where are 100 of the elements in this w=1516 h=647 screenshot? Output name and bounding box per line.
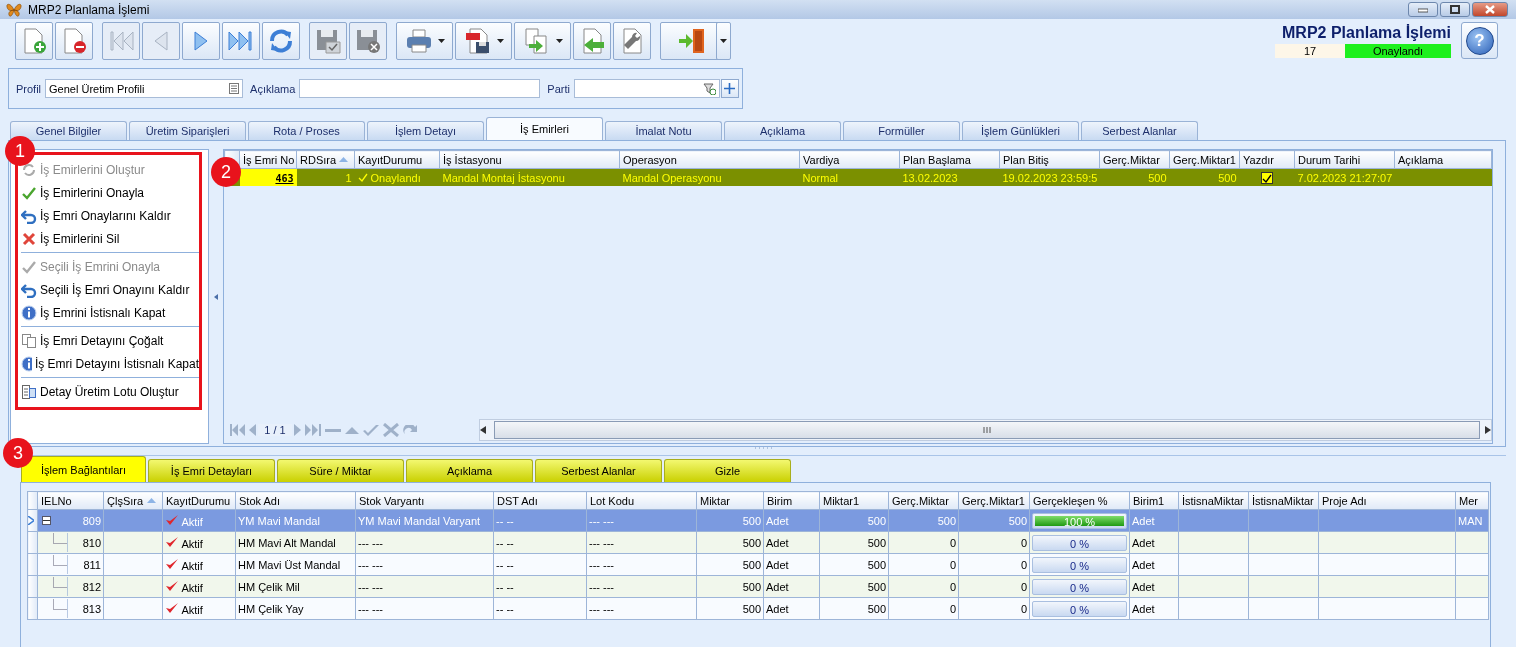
- column-header[interactable]: Gerçekleşen %: [1029, 491, 1130, 510]
- tab[interactable]: İş Emri Detayları: [148, 459, 275, 482]
- column-header[interactable]: KayıtDurumu: [162, 491, 236, 510]
- add-button[interactable]: [720, 79, 739, 98]
- action-item[interactable]: Detay Üretim Lotu Oluştur: [21, 380, 199, 403]
- scroll-right-icon[interactable]: [1485, 426, 1491, 434]
- table-cell-text: 810: [81, 536, 102, 549]
- column-header[interactable]: İş İstasyonu: [439, 150, 620, 169]
- action-item[interactable]: İş Emirlerini Onayla: [21, 181, 199, 204]
- action-item[interactable]: İş Emri Detayını İstisnalı Kapat: [21, 352, 199, 375]
- column-header[interactable]: İstisnaMiktar: [1248, 491, 1319, 510]
- profile-dropdown[interactable]: Genel Üretim Profili: [45, 79, 244, 98]
- tab[interactable]: Genel Bilgiler: [10, 121, 127, 140]
- confirm-icon: [363, 424, 379, 436]
- column-header[interactable]: Birim1: [1129, 491, 1179, 510]
- toolbar-button[interactable]: [396, 22, 453, 60]
- cancel-button[interactable]: [381, 420, 401, 440]
- tab[interactable]: Gizle: [664, 459, 791, 482]
- column-header[interactable]: İş Emri No: [239, 150, 297, 169]
- action-item[interactable]: İş Emrini İstisnalı Kapat: [21, 301, 199, 324]
- horizontal-scrollbar[interactable]: [479, 419, 1492, 441]
- tab[interactable]: İşlem Bağlantıları: [21, 456, 146, 482]
- collapse-button[interactable]: [42, 516, 51, 525]
- column-header[interactable]: Lot Kodu: [586, 491, 697, 510]
- tab[interactable]: Açıklama: [724, 121, 841, 140]
- column-header[interactable]: DST Adı: [493, 491, 587, 510]
- column-header[interactable]: Gerç.Miktar: [888, 491, 959, 510]
- table-row[interactable]: 812 Aktif HM Çelik Mil --- --- -- -- --- --- 500 Adet 500 0 0 0 % Adet: [27, 575, 1489, 598]
- column-header[interactable]: Plan Bitiş: [999, 150, 1100, 169]
- tab[interactable]: İmalat Notu: [605, 121, 722, 140]
- table-cell: 500: [696, 553, 764, 576]
- column-header[interactable]: Mer: [1455, 491, 1489, 510]
- table-cell: 0: [888, 553, 959, 576]
- table-cell: 0: [958, 597, 1030, 620]
- check-icon: [165, 513, 179, 526]
- toolbar-button[interactable]: [455, 22, 512, 60]
- column-header[interactable]: Durum Tarihi: [1294, 150, 1395, 169]
- dropdown-button[interactable]: [716, 22, 731, 60]
- minus-icon: [43, 517, 50, 524]
- tab[interactable]: Üretim Siparişleri: [129, 121, 246, 140]
- action-item[interactable]: Seçili İş Emri Onayını Kaldır: [21, 278, 199, 301]
- butterfly-icon: [6, 2, 22, 17]
- column-header[interactable]: Birim: [763, 491, 820, 510]
- column-header[interactable]: Miktar1: [819, 491, 889, 510]
- remove-icon: [325, 428, 341, 432]
- table-cell: -- --: [493, 575, 587, 598]
- table-cell: Adet: [763, 553, 820, 576]
- tab[interactable]: Süre / Miktar: [277, 459, 404, 482]
- column-header[interactable]: Stok Adı: [235, 491, 356, 510]
- table-row[interactable]: 813 Aktif HM Çelik Yay --- --- -- -- --- --- 500 Adet 500 0 0 0 % Adet: [27, 597, 1489, 620]
- column-header[interactable]: Gerç.Miktar1: [1169, 150, 1240, 169]
- toolbar-button[interactable]: [55, 22, 93, 60]
- close-button[interactable]: [1472, 2, 1508, 17]
- toolbar-button[interactable]: [613, 22, 651, 60]
- column-header[interactable]: RDSıra: [296, 150, 355, 169]
- column-header[interactable]: Stok Varyantı: [355, 491, 494, 510]
- column-header[interactable]: Miktar: [696, 491, 764, 510]
- tab[interactable]: Formüller: [843, 121, 960, 140]
- column-header[interactable]: ÇlşSıra: [103, 491, 163, 510]
- column-header[interactable]: Proje Adı: [1318, 491, 1456, 510]
- column-header[interactable]: Plan Başlama: [899, 150, 1000, 169]
- table-cell: 0: [958, 553, 1030, 576]
- input-field[interactable]: [573, 79, 720, 98]
- column-header[interactable]: IELNo: [37, 491, 104, 510]
- page-indicator: 1 / 1: [258, 424, 292, 436]
- tab[interactable]: Rota / Proses: [248, 121, 365, 140]
- tab[interactable]: Serbest Alanlar: [535, 459, 662, 482]
- table-row[interactable]: 811 Aktif HM Mavi Üst Mandal --- --- -- -- --- --- 500 Adet 500 0 0 0 % Adet: [27, 553, 1489, 576]
- column-header[interactable]: Açıklama: [1394, 150, 1492, 169]
- undo-icon: [21, 207, 37, 224]
- column-header[interactable]: Operasyon: [619, 150, 800, 169]
- table-cell: 500: [819, 597, 889, 620]
- form-title: MRP2 Planlama İşlemi: [1282, 24, 1451, 42]
- table-row[interactable]: 810 Aktif HM Mavi Alt Mandal --- --- -- -- --- --- 500 Adet 500 0 0 0 % Adet: [27, 531, 1489, 554]
- action-item[interactable]: İş Emri Onaylarını Kaldır: [21, 204, 199, 227]
- toolbar-button[interactable]: [262, 22, 300, 60]
- column-header[interactable]: Gerç.Miktar1: [958, 491, 1030, 510]
- caret-icon: [555, 39, 563, 43]
- maximize-button[interactable]: [1440, 2, 1470, 17]
- input-field[interactable]: [299, 79, 541, 98]
- tab[interactable]: Açıklama: [406, 459, 533, 482]
- tab[interactable]: İşlem Günlükleri: [962, 121, 1079, 140]
- splitter-handle-icon: [754, 447, 772, 450]
- table-cell: Adet: [1129, 531, 1179, 554]
- column-header[interactable]: Yazdır: [1239, 150, 1295, 169]
- table-cell: --- ---: [586, 509, 697, 532]
- tab[interactable]: İş Emirleri: [486, 117, 603, 140]
- checkbox[interactable]: [1261, 172, 1273, 185]
- toolbar-button[interactable]: [222, 22, 260, 60]
- column-header[interactable]: Vardiya: [799, 150, 900, 169]
- column-header[interactable]: Gerç.Miktar: [1099, 150, 1170, 169]
- table-cell: Aktif: [162, 575, 236, 598]
- tab[interactable]: Serbest Alanlar: [1081, 121, 1198, 140]
- column-header[interactable]: İstisnaMiktar: [1178, 491, 1249, 510]
- scroll-left-icon[interactable]: [480, 426, 486, 434]
- tab[interactable]: İşlem Detayı: [367, 121, 484, 140]
- action-item[interactable]: İş Emri Detayını Çoğalt: [21, 329, 199, 352]
- table-cell: 500: [696, 509, 764, 532]
- column-header[interactable]: KayıtDurumu: [354, 150, 440, 169]
- action-item[interactable]: İş Emirlerini Sil: [21, 227, 199, 250]
